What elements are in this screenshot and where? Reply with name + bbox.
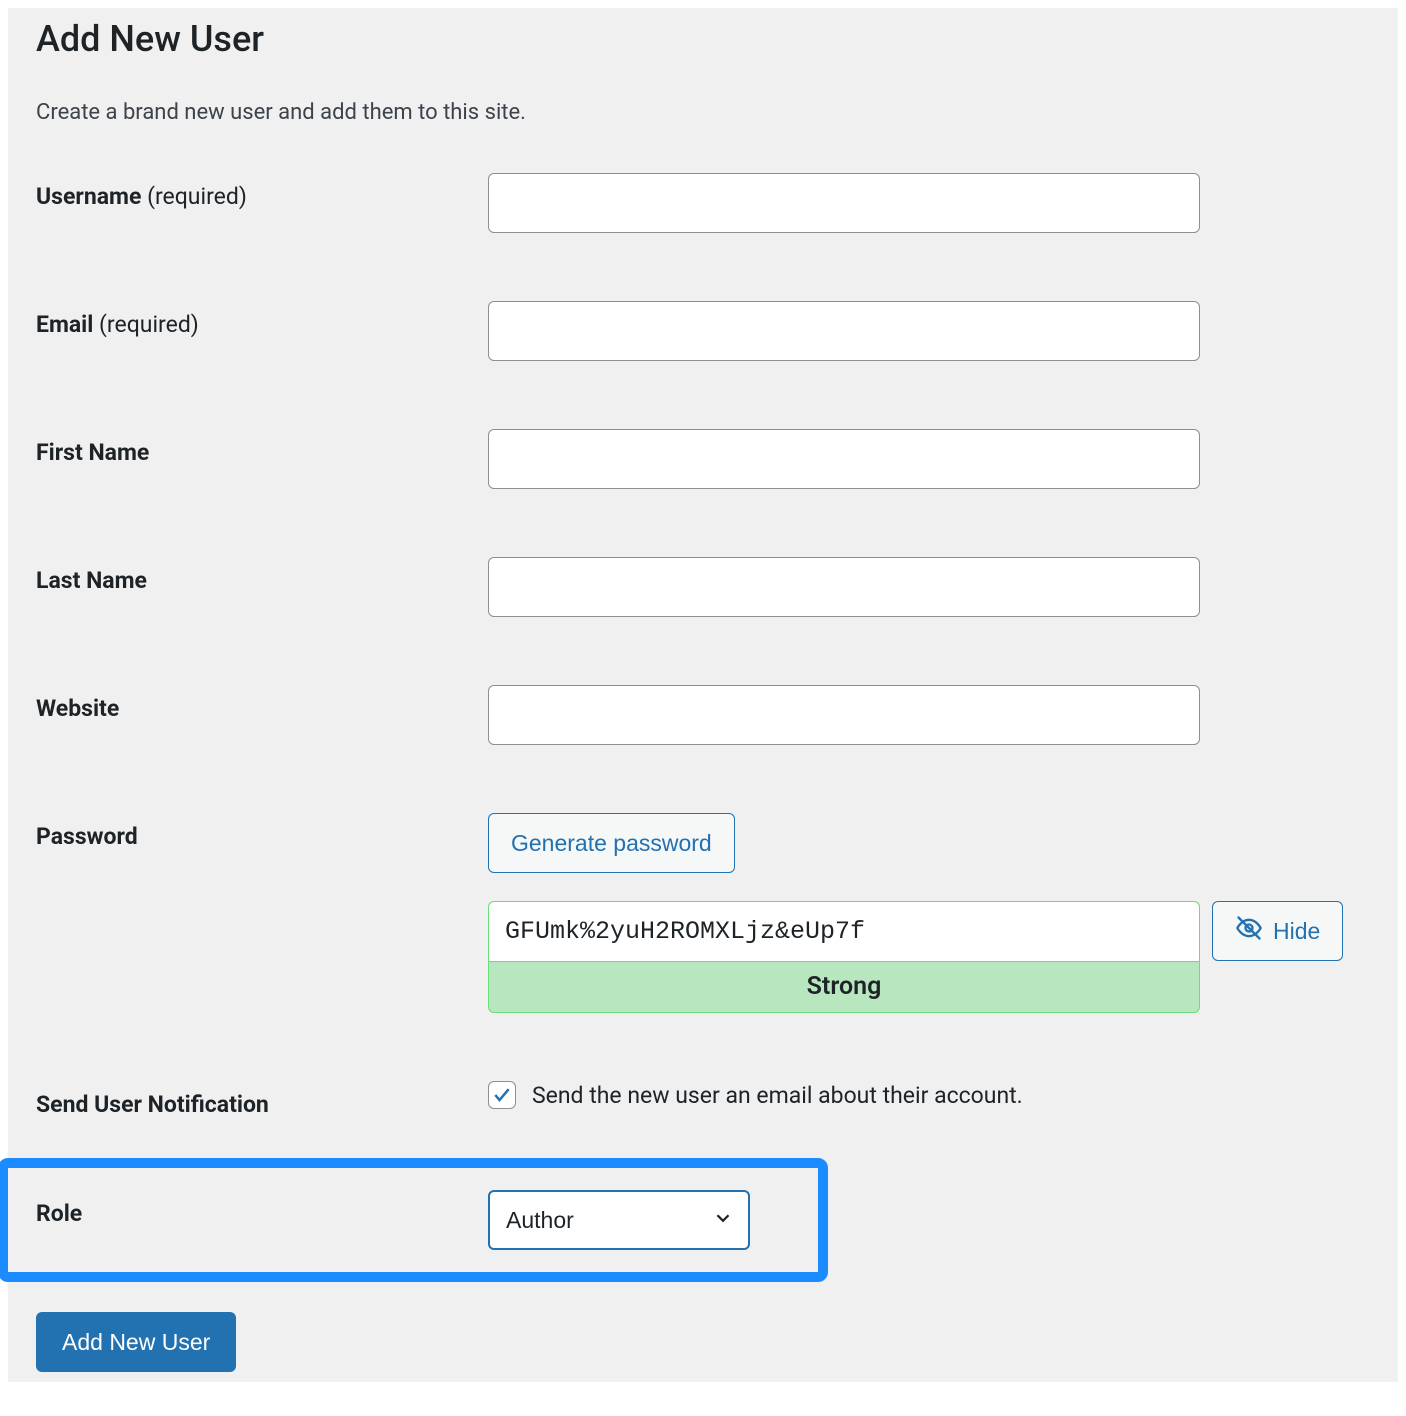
website-input[interactable] [488,685,1200,745]
password-input[interactable] [488,901,1200,961]
generate-password-button[interactable]: Generate password [488,813,735,873]
page-subtitle: Create a brand new user and add them to … [36,100,1370,125]
notification-checkbox-label: Send the new user an email about their a… [532,1082,1023,1109]
last-name-input[interactable] [488,557,1200,617]
password-strength-indicator: Strong [488,961,1200,1013]
notification-label: Send User Notification [36,1091,269,1118]
email-label: Email (required) [36,311,199,338]
role-select[interactable]: Author [488,1190,750,1250]
password-label: Password [36,823,138,850]
username-input[interactable] [488,173,1200,233]
add-new-user-button[interactable]: Add New User [36,1312,236,1372]
hide-password-button[interactable]: Hide [1212,901,1343,961]
first-name-label: First Name [36,439,149,466]
role-highlight-box: Role Author [0,1158,828,1282]
website-label: Website [36,695,119,722]
page-title: Add New User [36,8,1370,100]
email-input[interactable] [488,301,1200,361]
eye-slash-icon [1235,914,1263,948]
first-name-input[interactable] [488,429,1200,489]
last-name-label: Last Name [36,567,147,594]
role-label: Role [36,1200,82,1227]
username-label: Username (required) [36,183,247,210]
notification-checkbox[interactable] [488,1081,516,1109]
check-icon [492,1085,512,1105]
